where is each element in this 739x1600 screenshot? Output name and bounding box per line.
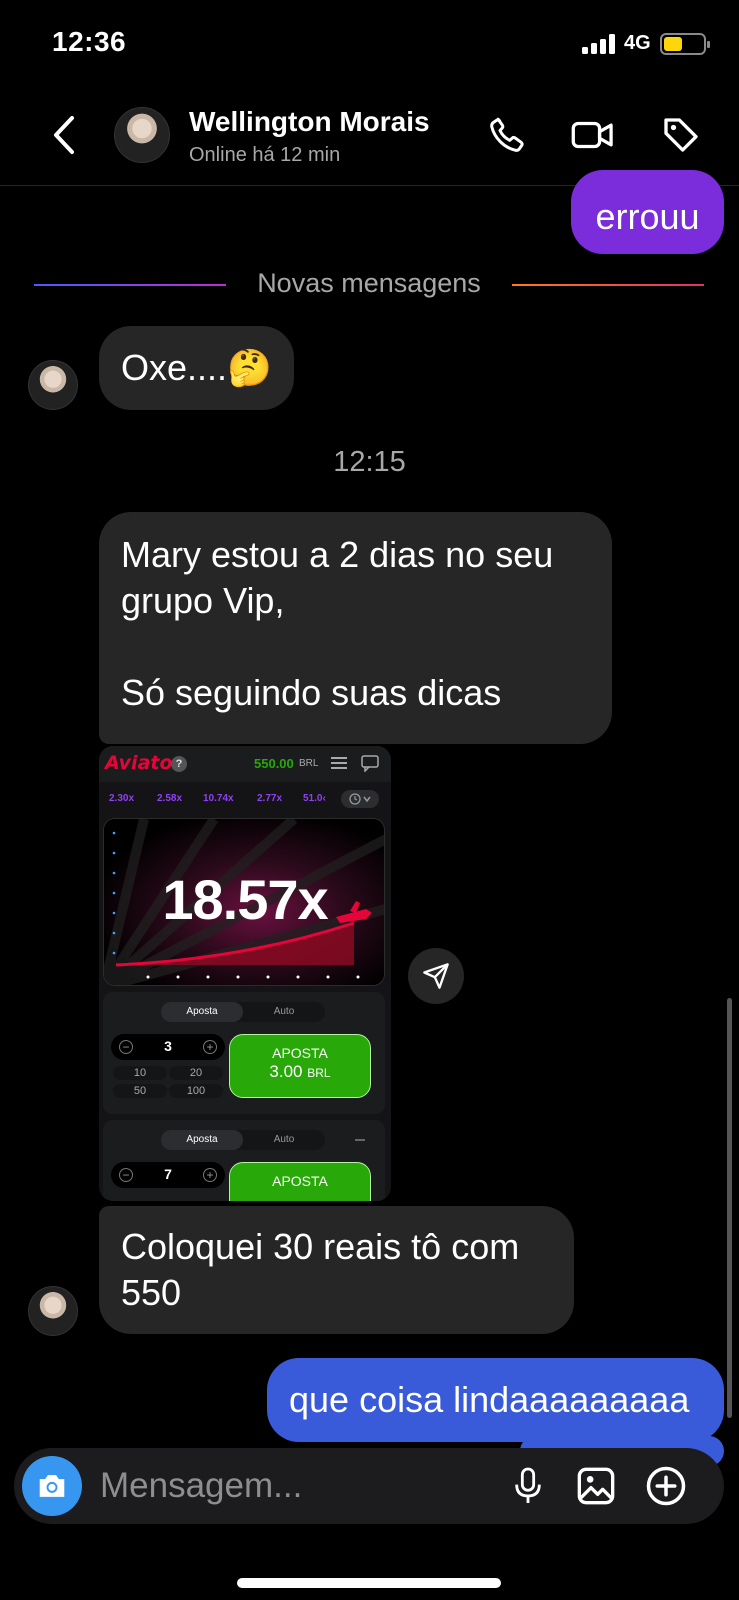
bet-button: APOSTA <box>229 1162 371 1201</box>
scrollbar[interactable] <box>727 998 732 1418</box>
bet-label: APOSTA <box>272 1045 328 1061</box>
contact-status: Online há 12 min <box>189 144 341 166</box>
status-bar: 12:36 4G <box>0 0 739 90</box>
game-balance: 550.00 <box>254 756 294 771</box>
bet-button: APOSTA 3.00 BRL <box>229 1034 371 1098</box>
game-canvas: 18.57x <box>103 818 385 986</box>
gallery-button[interactable] <box>572 1462 620 1510</box>
plus-icon: + <box>203 1040 217 1054</box>
incoming-message[interactable]: Oxe....🤔 <box>99 326 294 410</box>
call-button[interactable] <box>482 110 532 160</box>
remove-panel-icon <box>355 1139 365 1141</box>
bet-label: APOSTA <box>272 1173 328 1189</box>
share-button[interactable] <box>408 948 464 1004</box>
odd-value: 2.77x <box>257 793 283 804</box>
bet-stepper: − 7 + <box>111 1162 225 1188</box>
image-icon <box>577 1467 615 1505</box>
outgoing-message[interactable]: que coisa lindaaaaaaaaa <box>267 1358 724 1442</box>
odd-value: 2.58x <box>157 793 183 804</box>
message-line: grupo Vip, <box>121 580 285 621</box>
incoming-message[interactable]: Coloquei 30 reais tô com 550 <box>99 1206 574 1334</box>
message-line: 550 <box>121 1272 182 1313</box>
message-line-empty <box>121 624 590 670</box>
plus-circle-icon <box>646 1466 686 1506</box>
shared-screenshot[interactable]: Aviator ? 550.00 BRL 2.30x 2.58x 10.74x … <box>99 746 391 1201</box>
bet-panel: Aposta Auto − 3 + 10 20 50 100 APOSTA 3.… <box>103 992 385 1114</box>
odd-value: 2.30x <box>109 793 135 804</box>
message-text: que coisa lindaaaaaaaaa <box>289 1379 690 1420</box>
chat-icon <box>361 755 379 772</box>
bet-panel: Aposta Auto − 7 + APOSTA <box>103 1120 385 1201</box>
bet-currency: BRL <box>307 1066 331 1080</box>
camera-button[interactable] <box>22 1456 82 1516</box>
tab-auto: Auto <box>273 1134 295 1145</box>
sender-avatar[interactable] <box>28 1286 78 1336</box>
quick-amount: 20 <box>169 1066 223 1080</box>
tab-aposta: Aposta <box>161 1130 243 1150</box>
bet-tabs: Aposta Auto <box>161 1002 325 1022</box>
camera-icon <box>39 1475 65 1497</box>
tag-icon <box>664 118 698 152</box>
odds-history: 2.30x 2.58x 10.74x 2.77x 51.0‹ <box>99 782 391 816</box>
bet-amount-line: 3.00 BRL <box>230 1062 370 1082</box>
video-call-button[interactable] <box>568 110 618 160</box>
contact-name[interactable]: Wellington Morais <box>189 106 430 138</box>
bet-stepper: − 3 + <box>111 1034 225 1060</box>
network-label: 4G <box>624 32 651 54</box>
message-composer: Mensagem... <box>14 1448 724 1524</box>
menu-icon <box>331 757 347 769</box>
message-text: errouu <box>595 196 700 237</box>
message-line: Coloquei 30 reais tô com <box>121 1226 520 1267</box>
help-icon: ? <box>171 756 187 772</box>
message-text: Oxe....🤔 <box>121 347 272 388</box>
microphone-icon <box>515 1467 541 1503</box>
microphone-button[interactable] <box>504 1462 552 1510</box>
tab-aposta: Aposta <box>161 1002 243 1022</box>
outgoing-message[interactable]: errouu <box>571 170 724 254</box>
message-input[interactable]: Mensagem... <box>100 1466 302 1506</box>
phone-icon <box>490 117 524 152</box>
add-button[interactable] <box>642 1462 690 1510</box>
bet-amount: 3.00 <box>269 1062 303 1081</box>
game-currency: BRL <box>299 758 319 769</box>
video-camera-icon <box>571 121 613 149</box>
odd-value: 10.74x <box>203 793 234 804</box>
game-top-bar: Aviator ? 550.00 BRL <box>99 746 391 782</box>
bet-tabs: Aposta Auto <box>161 1130 325 1150</box>
quick-amount: 10 <box>113 1066 167 1080</box>
tab-auto: Auto <box>273 1006 295 1017</box>
tag-button[interactable] <box>656 110 706 160</box>
back-button[interactable] <box>44 110 84 160</box>
send-icon <box>423 963 449 989</box>
message-line: Mary estou a 2 dias no seu <box>121 534 554 575</box>
message-line: Só seguindo suas dicas <box>121 672 502 713</box>
chevron-left-icon <box>54 116 74 154</box>
home-indicator[interactable] <box>237 1578 501 1588</box>
incoming-message[interactable]: Mary estou a 2 dias no seu grupo Vip, Só… <box>99 512 612 744</box>
sender-avatar[interactable] <box>28 360 78 410</box>
history-button <box>341 790 379 808</box>
status-time: 12:36 <box>52 26 127 57</box>
history-icon <box>349 793 371 805</box>
plus-icon: + <box>203 1168 217 1182</box>
quick-amount: 100 <box>169 1084 223 1098</box>
signal-icon <box>582 34 615 54</box>
odd-value: 51.0‹ <box>303 793 326 804</box>
message-timestamp: 12:15 <box>333 446 406 478</box>
battery-icon <box>660 33 710 55</box>
contact-avatar[interactable] <box>114 107 170 163</box>
quick-amount: 50 <box>113 1084 167 1098</box>
new-messages-divider: Novas mensagens <box>34 268 704 304</box>
multiplier-value: 18.57x <box>162 868 328 931</box>
